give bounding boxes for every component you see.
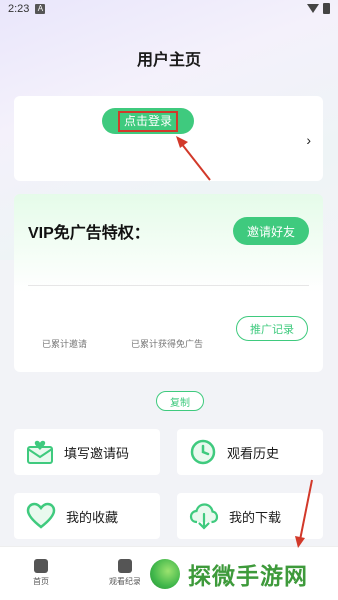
watermark: 探微手游网 (140, 548, 338, 600)
login-card[interactable]: 点击登录 › (14, 96, 323, 181)
stat-invited-label: 已累计邀请 (42, 339, 88, 349)
tile-label: 填写邀请码 (64, 445, 130, 461)
status-bar: 2:23 A (0, 0, 338, 18)
vip-card: VIP免广告特权： 邀请好友 已累计邀请 已累计获得免广告 推广记录 (14, 194, 323, 372)
copy-button[interactable]: 复制 (156, 391, 204, 411)
tile-my-favorites[interactable]: 我的收藏 (14, 493, 160, 539)
tab-label: 首页 (33, 577, 49, 586)
promo-record-button[interactable]: 推广记录 (236, 316, 308, 341)
watermark-logo-icon (150, 559, 180, 589)
home-icon (34, 559, 48, 573)
tile-label: 我的下载 (229, 509, 282, 525)
notification-icon: A (35, 4, 46, 14)
login-button-label: 点击登录 (117, 110, 178, 132)
clock-icon (190, 439, 216, 465)
tile-enter-invite-code[interactable]: 填写邀请码 (14, 429, 160, 475)
status-time: 2:23 (8, 3, 30, 15)
login-button[interactable]: 点击登录 (102, 108, 194, 134)
chat-icon (118, 559, 132, 573)
stat-ad-free-label: 已累计获得免广告 (131, 339, 204, 349)
vip-title: VIP免广告特权： (28, 225, 150, 242)
tile-label: 我的收藏 (66, 509, 119, 525)
tile-watch-history[interactable]: 观看历史 (177, 429, 323, 475)
chevron-right-icon[interactable]: › (306, 132, 311, 148)
invite-friends-button[interactable]: 邀请好友 (233, 217, 309, 245)
wifi-icon (307, 4, 319, 13)
tab-home[interactable]: 首页 (16, 559, 66, 587)
status-icons (307, 3, 330, 14)
tile-my-downloads[interactable]: 我的下载 (177, 493, 323, 539)
cloud-download-icon (189, 503, 219, 530)
heart-icon (26, 502, 56, 529)
divider (28, 285, 309, 286)
envelope-heart-icon (27, 440, 53, 464)
battery-icon (323, 3, 330, 14)
watermark-text: 探微手游网 (188, 563, 308, 589)
page-title: 用户主页 (136, 52, 201, 69)
tile-label: 观看历史 (227, 445, 280, 461)
